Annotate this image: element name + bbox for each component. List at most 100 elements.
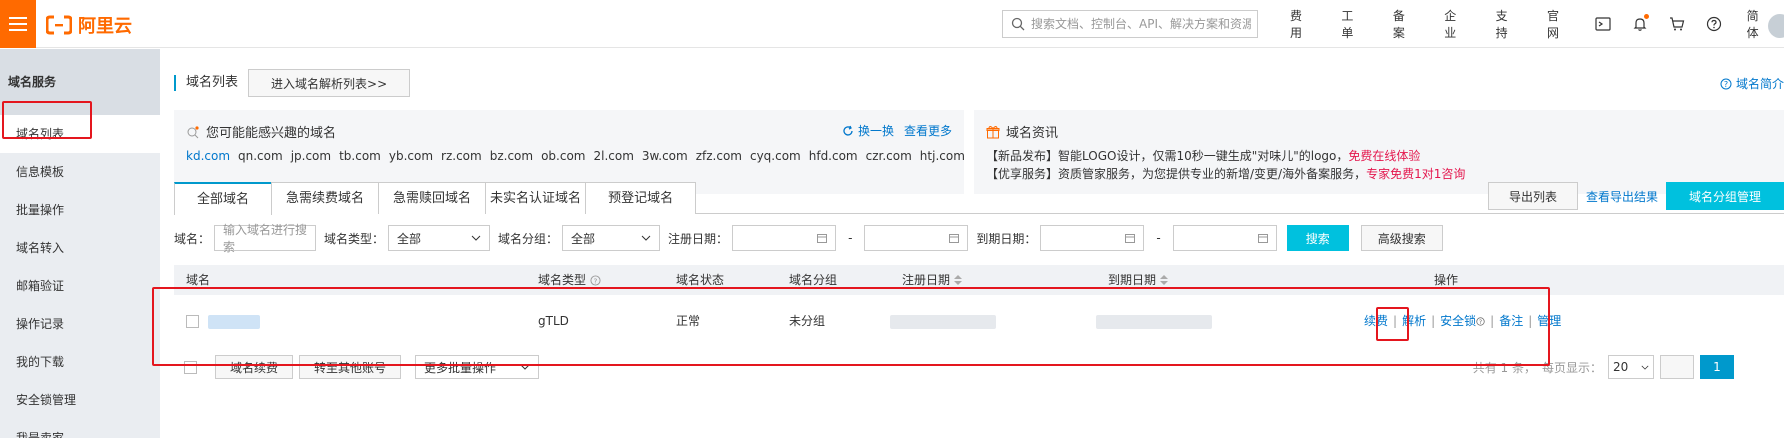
highlight-resolve-link — [1376, 307, 1409, 341]
suggested-domain[interactable]: hfd.com — [809, 149, 858, 163]
help-circle-icon: ? — [1720, 78, 1732, 89]
sidebar-item-templates[interactable]: 信息模板 — [0, 153, 160, 191]
domain-filter-label: 域名： — [174, 231, 211, 246]
menu-icon[interactable] — [0, 0, 36, 48]
global-search[interactable] — [1002, 10, 1258, 38]
calendar-icon — [949, 234, 960, 243]
date-separator: - — [848, 231, 853, 245]
suggested-domains: kd.com qn.com jp.com tb.com yb.com rz.co… — [186, 149, 965, 163]
news-link-logo[interactable]: 免费在线体验 — [1348, 149, 1420, 163]
type-select[interactable]: 全部 — [388, 225, 491, 251]
tab-all[interactable]: 全部域名 — [174, 182, 273, 215]
refresh-icon[interactable] — [842, 125, 854, 137]
search-icon — [1011, 17, 1025, 31]
domain-intro-link[interactable]: ? 域名简介 — [1720, 75, 1784, 92]
group-select[interactable]: 全部 — [562, 225, 661, 251]
suggested-domain[interactable]: htj.com — [920, 149, 965, 163]
nav-support[interactable]: 支持 — [1482, 0, 1533, 48]
sort-icon — [1160, 275, 1169, 285]
prev-page-button[interactable] — [1660, 355, 1694, 379]
dns-list-button[interactable]: 进入域名解析列表>> — [248, 69, 411, 97]
bell-icon[interactable] — [1621, 0, 1658, 48]
suggested-domain[interactable]: 3w.com — [642, 149, 688, 163]
nav-official[interactable]: 官网 — [1533, 0, 1584, 48]
sidebar-item-logs[interactable]: 操作记录 — [0, 305, 160, 343]
calendar-icon — [1125, 234, 1136, 243]
chevron-down-icon — [641, 235, 651, 241]
group-manage-button[interactable]: 域名分组管理 — [1666, 182, 1784, 210]
chevron-down-icon — [1641, 365, 1649, 370]
export-list-button[interactable]: 导出列表 — [1487, 182, 1578, 210]
tab-actions: 导出列表 查看导出结果 域名分组管理 — [1487, 182, 1784, 210]
help-icon[interactable] — [1696, 0, 1733, 48]
news-item: 【新品发布】智能LOGO设计，仅需10秒一键生成"对味儿"的logo，免费在线体… — [986, 149, 1421, 163]
exp-date-end[interactable] — [1172, 225, 1277, 251]
main-content: 域名列表 进入域名解析列表>> ? 域名简介 您可能能感兴趣的域名 换一换 查看… — [160, 49, 1784, 438]
interest-title: 您可能能感兴趣的域名 — [206, 126, 337, 141]
highlight-table-row — [152, 287, 1550, 366]
tab-unverified[interactable]: 未实名认证域名 — [485, 182, 587, 214]
reg-date-end[interactable] — [864, 225, 969, 251]
top-bar: 阿里云 费用 工单 备案 企业 支持 官网 简体 — [0, 0, 1784, 48]
group-filter-label: 域名分组： — [498, 231, 559, 246]
nav-ticket[interactable]: 工单 — [1327, 0, 1378, 48]
highlight-sidebar-domain-list — [2, 101, 92, 139]
tab-redeem-urgent[interactable]: 急需赎回域名 — [378, 182, 487, 214]
news-item: 【优享服务】资质管家服务，为您提供专业的新增/变更/海外备案服务，专家免费1对1… — [986, 167, 1466, 181]
page-title: 域名列表 — [174, 75, 238, 91]
domain-search-input[interactable]: 输入域名进行搜索 — [214, 223, 317, 254]
domain-intro-label: 域名简介 — [1735, 77, 1784, 91]
sidebar-item-seller[interactable]: 我是卖家 — [0, 419, 160, 438]
reg-date-label: 注册日期： — [668, 231, 729, 246]
refresh-link[interactable]: 换一换 — [858, 122, 894, 139]
nav-fee[interactable]: 费用 — [1276, 0, 1327, 48]
svg-text:?: ? — [1724, 80, 1728, 89]
top-nav: 费用 工单 备案 企业 支持 官网 简体 — [1276, 0, 1784, 48]
tab-preregister[interactable]: 预登记域名 — [585, 182, 697, 214]
advanced-search-button[interactable]: 高级搜索 — [1360, 225, 1443, 251]
nav-icp[interactable]: 备案 — [1379, 0, 1430, 48]
sidebar-item-transfer-in[interactable]: 域名转入 — [0, 229, 160, 267]
calendar-icon — [817, 234, 828, 243]
suggested-domain[interactable]: jp.com — [291, 149, 331, 163]
suggested-domain[interactable]: czr.com — [866, 149, 912, 163]
exp-date-start[interactable] — [1040, 225, 1145, 251]
calendar-icon — [1257, 234, 1268, 243]
sidebar-item-lock-manage[interactable]: 安全锁管理 — [0, 381, 160, 419]
search-input[interactable] — [1031, 17, 1251, 31]
suggested-domain[interactable]: tb.com — [339, 149, 381, 163]
news-title: 域名资讯 — [1006, 126, 1059, 141]
brand-name: 阿里云 — [78, 16, 132, 37]
terminal-icon[interactable] — [1584, 0, 1621, 48]
suggested-domain[interactable]: ob.com — [541, 149, 585, 163]
sidebar-item-email-verify[interactable]: 邮箱验证 — [0, 267, 160, 305]
nav-enterprise[interactable]: 企业 — [1430, 0, 1481, 48]
reg-date-start[interactable] — [732, 225, 837, 251]
view-more-link[interactable]: 查看更多 — [904, 122, 952, 139]
news-list: 【新品发布】智能LOGO设计，仅需10秒一键生成"对味儿"的logo，免费在线体… — [986, 147, 1772, 183]
cart-icon[interactable] — [1659, 0, 1696, 48]
page-size-select[interactable]: 20 — [1608, 355, 1654, 379]
suggested-domain[interactable]: cyq.com — [750, 149, 801, 163]
suggested-domain[interactable]: kd.com — [186, 149, 230, 163]
notification-dot — [1643, 14, 1649, 19]
filter-bar: 域名： 输入域名进行搜索 域名类型： 全部 域名分组： 全部 注册日期： - 到… — [174, 223, 1443, 254]
tab-renew-urgent[interactable]: 急需续费域名 — [271, 182, 380, 214]
exp-date-label: 到期日期： — [976, 231, 1037, 246]
sidebar-item-downloads[interactable]: 我的下载 — [0, 343, 160, 381]
current-page[interactable]: 1 — [1700, 355, 1734, 379]
search-button[interactable]: 搜索 — [1286, 225, 1349, 251]
search-bulb-icon — [187, 125, 199, 138]
help-circle-icon[interactable]: ? — [590, 274, 601, 286]
suggested-domain[interactable]: bz.com — [490, 149, 533, 163]
suggested-domain[interactable]: 2l.com — [593, 149, 633, 163]
suggested-domain[interactable]: qn.com — [238, 149, 283, 163]
suggested-domain[interactable]: zfz.com — [696, 149, 742, 163]
suggested-domain[interactable]: yb.com — [389, 149, 433, 163]
suggested-domain[interactable]: rz.com — [441, 149, 482, 163]
sidebar-item-batch[interactable]: 批量操作 — [0, 191, 160, 229]
view-export-link[interactable]: 查看导出结果 — [1586, 188, 1658, 205]
news-link-consult[interactable]: 专家免费1对1咨询 — [1366, 167, 1465, 181]
date-separator: - — [1156, 231, 1161, 245]
logo[interactable]: 阿里云 — [46, 12, 132, 38]
